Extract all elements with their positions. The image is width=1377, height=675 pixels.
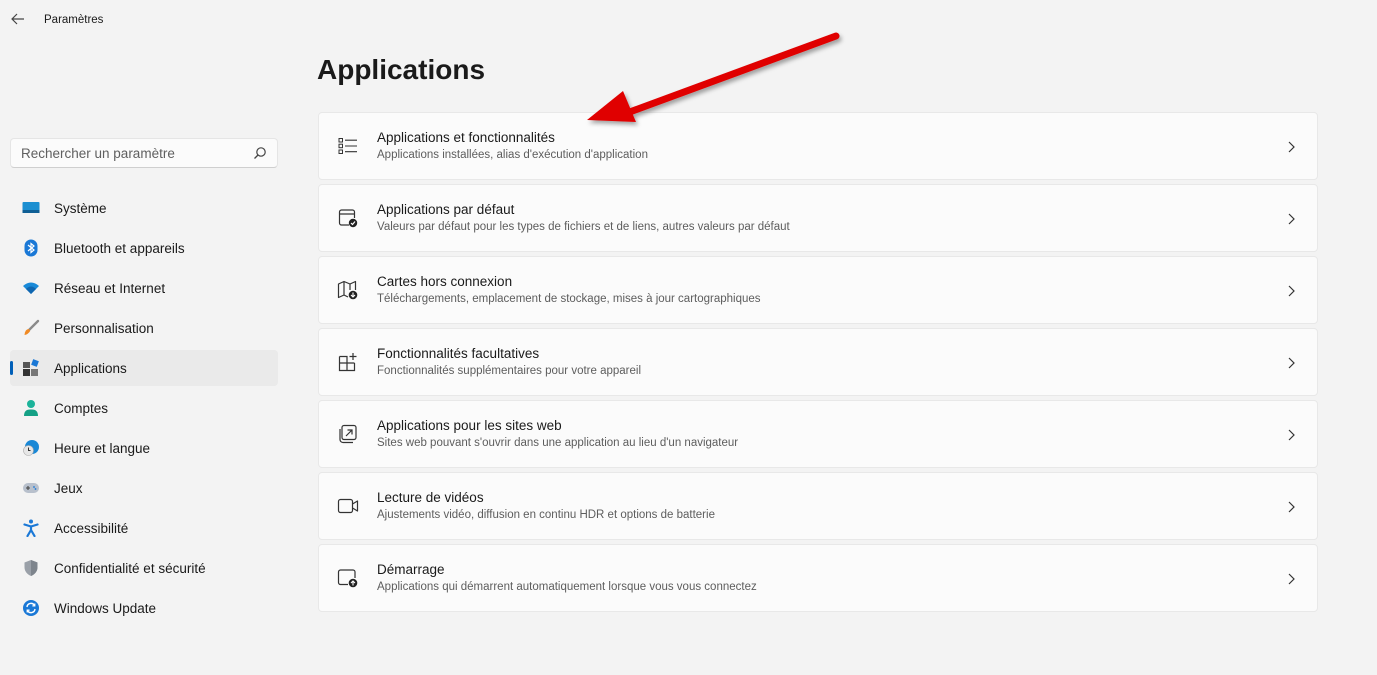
sidebar-item-label: Système (54, 200, 107, 216)
card-title: Applications et fonctionnalités (377, 130, 555, 145)
search-box[interactable] (10, 138, 278, 168)
person-icon (22, 399, 40, 417)
card-subtitle: Ajustements vidéo, diffusion en continu … (377, 509, 715, 521)
globe-clock-icon (22, 439, 40, 457)
card-applications-par-defaut[interactable]: Applications par défaut Valeurs par défa… (318, 184, 1318, 252)
update-icon (22, 599, 40, 617)
sidebar-item-reseau[interactable]: Réseau et Internet (10, 270, 278, 306)
card-subtitle: Applications installées, alias d'exécuti… (377, 149, 648, 161)
sidebar-item-confidentialite[interactable]: Confidentialité et sécurité (10, 550, 278, 586)
card-subtitle: Fonctionnalités supplémentaires pour vot… (377, 365, 642, 377)
chevron-right-icon (1288, 429, 1295, 441)
card-demarrage[interactable]: Démarrage Applications qui démarrent aut… (318, 544, 1318, 612)
sidebar-item-comptes[interactable]: Comptes (10, 390, 278, 426)
sidebar-item-accessibilite[interactable]: Accessibilité (10, 510, 278, 546)
sidebar-item-label: Heure et langue (54, 440, 151, 456)
sidebar-item-heure-langue[interactable]: Heure et langue (10, 430, 278, 466)
sidebar-nav: Système Bluetooth et appareils Réseau et… (10, 190, 278, 630)
red-arrow-icon (587, 32, 840, 122)
search-input[interactable] (21, 145, 253, 161)
sidebar-item-label: Comptes (54, 400, 109, 416)
video-camera-icon (337, 495, 359, 517)
card-subtitle: Valeurs par défaut pour les types de fic… (377, 221, 790, 233)
sidebar-item-windows-update[interactable]: Windows Update (10, 590, 278, 626)
card-lecture-videos[interactable]: Lecture de vidéos Ajustements vidéo, dif… (318, 472, 1318, 540)
card-title: Applications par défaut (377, 202, 515, 217)
sidebar-item-label: Windows Update (54, 600, 157, 616)
grid-add-icon (337, 351, 359, 373)
search-icon[interactable] (253, 146, 267, 160)
chevron-right-icon (1288, 573, 1295, 585)
map-download-icon (337, 279, 359, 301)
sidebar-item-label: Accessibilité (54, 520, 129, 536)
open-in-app-icon (337, 423, 359, 445)
back-arrow-icon (11, 13, 24, 25)
shield-icon (22, 559, 40, 577)
sidebar-item-label: Personnalisation (54, 320, 154, 336)
system-display-icon (22, 199, 40, 217)
wifi-icon (22, 279, 40, 297)
accessibility-icon (22, 519, 40, 537)
sidebar-item-label: Applications (54, 360, 127, 376)
card-applications-fonctionnalites[interactable]: Applications et fonctionnalités Applicat… (318, 112, 1318, 180)
sidebar-item-label: Réseau et Internet (54, 280, 166, 296)
list-icon (337, 135, 359, 157)
default-app-icon (337, 207, 359, 229)
card-applications-sites-web[interactable]: Applications pour les sites web Sites we… (318, 400, 1318, 468)
card-title: Fonctionnalités facultatives (377, 346, 540, 361)
card-subtitle: Téléchargements, emplacement de stockage… (377, 293, 761, 305)
back-button[interactable] (8, 9, 28, 29)
card-subtitle: Sites web pouvant s'ouvrir dans une appl… (377, 437, 739, 449)
app-title: Paramètres (44, 14, 104, 26)
chevron-right-icon (1288, 357, 1295, 369)
card-cartes-hors-connexion[interactable]: Cartes hors connexion Téléchargements, e… (318, 256, 1318, 324)
bluetooth-icon (22, 239, 40, 257)
sidebar-item-bluetooth[interactable]: Bluetooth et appareils (10, 230, 278, 266)
apps-icon (22, 359, 40, 377)
startup-icon (337, 567, 359, 589)
sidebar-item-label: Bluetooth et appareils (54, 240, 185, 256)
card-fonctionnalites-facultatives[interactable]: Fonctionnalités facultatives Fonctionnal… (318, 328, 1318, 396)
chevron-right-icon (1288, 141, 1295, 153)
paintbrush-icon (22, 319, 40, 337)
card-subtitle: Applications qui démarrent automatiqueme… (377, 581, 757, 593)
sidebar-item-jeux[interactable]: Jeux (10, 470, 278, 506)
card-title: Lecture de vidéos (377, 490, 484, 505)
card-title: Démarrage (377, 562, 445, 577)
page-title: Applications (317, 54, 486, 85)
sidebar-item-personnalisation[interactable]: Personnalisation (10, 310, 278, 346)
card-title: Cartes hors connexion (377, 274, 513, 289)
sidebar-item-label: Jeux (54, 480, 83, 496)
settings-list: Applications et fonctionnalités Applicat… (318, 112, 1318, 616)
title-bar: Paramètres (0, 0, 1377, 40)
gamepad-icon (22, 479, 40, 497)
sidebar-item-label: Confidentialité et sécurité (54, 560, 206, 576)
chevron-right-icon (1288, 501, 1295, 513)
card-title: Applications pour les sites web (377, 418, 562, 433)
chevron-right-icon (1288, 285, 1295, 297)
chevron-right-icon (1288, 213, 1295, 225)
sidebar-item-applications[interactable]: Applications (10, 350, 278, 386)
sidebar-item-systeme[interactable]: Système (10, 190, 278, 226)
